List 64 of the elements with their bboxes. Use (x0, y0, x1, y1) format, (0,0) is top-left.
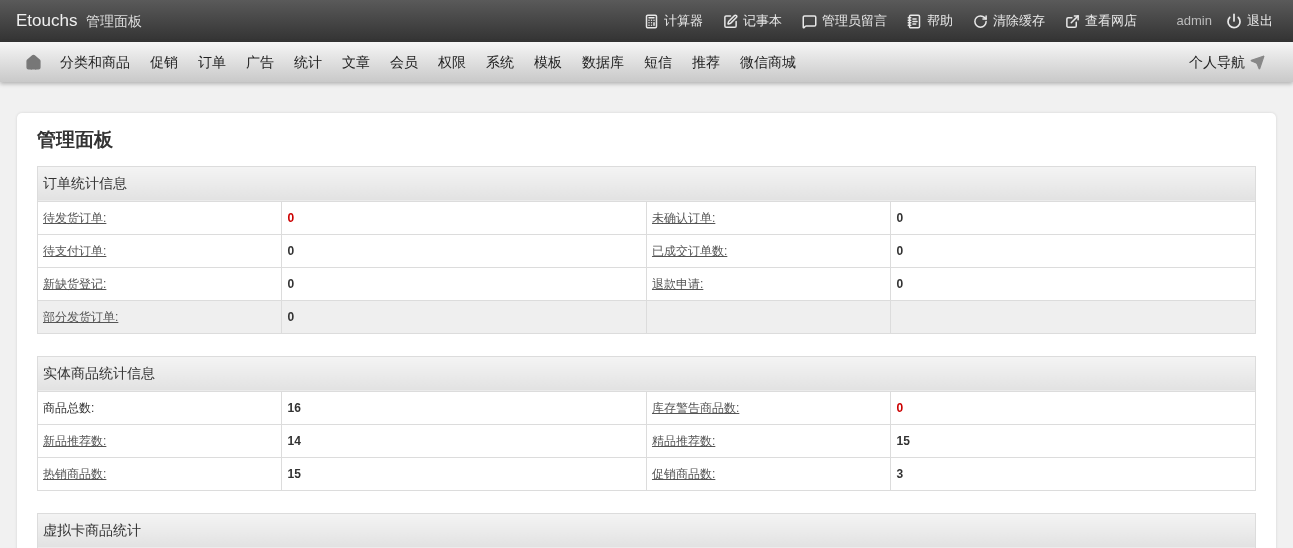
user-link[interactable]: admin (1176, 11, 1212, 31)
stat-value: 15 (896, 433, 910, 448)
nav-menu-item[interactable]: 分类和商品 (60, 51, 130, 73)
stat-label-link[interactable]: 已成交订单数: (652, 243, 728, 258)
stat-label-link[interactable]: 退款申请: (652, 276, 704, 291)
stat-value: 0 (287, 276, 295, 291)
stat-value: 0 (287, 309, 295, 324)
logout-link[interactable]: 退出 (1226, 11, 1273, 31)
nav-menu-item[interactable]: 广告 (246, 51, 274, 73)
edit-icon (722, 13, 738, 29)
stat-label-link[interactable]: 未确认订单: (652, 210, 716, 225)
nav-menu-item[interactable]: 权限 (438, 51, 466, 73)
brand-subtitle: 管理面板 (86, 11, 143, 31)
nav-menu-item[interactable]: 微信商城 (740, 51, 796, 73)
section-header: 实体商品统计信息 (37, 356, 1256, 391)
stat-label-link[interactable]: 新缺货登记: (43, 276, 107, 291)
stat-value: 0 (287, 243, 295, 258)
stat-value: 0 (896, 243, 904, 258)
stat-value: 3 (896, 466, 904, 481)
toolbar-link[interactable]: 帮助 (906, 11, 953, 31)
nav-menu-item[interactable]: 订单 (198, 51, 226, 73)
page-title: 管理面板 (37, 127, 114, 152)
stat-label-link[interactable]: 库存警告商品数: (652, 400, 740, 415)
power-icon (1226, 13, 1242, 29)
stat-label-link[interactable]: 待发货订单: (43, 210, 107, 225)
stat-label-link[interactable]: 待支付订单: (43, 243, 107, 258)
toolbar-link[interactable]: 记事本 (722, 11, 782, 31)
toolbar-link[interactable]: 查看网店 (1064, 11, 1137, 31)
stat-label-link[interactable]: 新品推荐数: (43, 433, 107, 448)
home-icon[interactable] (25, 53, 42, 71)
nav-menu-item[interactable]: 系统 (486, 51, 514, 73)
brand-name[interactable]: Etouchs (16, 8, 78, 34)
paper-plane-icon (1250, 54, 1265, 70)
stat-label-link[interactable]: 热销商品数: (43, 466, 107, 481)
stat-label-link[interactable]: 促销商品数: (652, 466, 716, 481)
external-link-icon (1064, 13, 1080, 29)
nav-menu-item[interactable]: 统计 (294, 51, 322, 73)
stat-value: 15 (287, 466, 301, 481)
nav-menu-item[interactable]: 短信 (644, 51, 672, 73)
toolbar-link[interactable]: 计算器 (643, 11, 703, 31)
toolbar-link[interactable]: 清除缓存 (972, 11, 1045, 31)
nav-menu-item[interactable]: 模板 (534, 51, 562, 73)
section-header: 虚拟卡商品统计 (37, 513, 1256, 548)
nav-menu-item[interactable]: 数据库 (582, 51, 624, 73)
refresh-icon (972, 13, 988, 29)
stat-label-link[interactable]: 部分发货订单: (43, 309, 119, 324)
nav-menu-item[interactable]: 文章 (342, 51, 370, 73)
stat-value: 0 (287, 210, 295, 225)
section-header: 订单统计信息 (37, 166, 1256, 201)
notebook-icon (906, 13, 922, 29)
stat-value: 0 (896, 210, 904, 225)
nav-menu-item[interactable]: 会员 (390, 51, 418, 73)
stat-value: 16 (287, 400, 301, 415)
calculator-icon (643, 13, 659, 29)
stat-label-link[interactable]: 精品推荐数: (652, 433, 716, 448)
stat-value: 14 (287, 433, 301, 448)
stat-label: 商品总数: (43, 400, 95, 415)
chat-icon (801, 13, 817, 29)
stat-value: 0 (896, 276, 904, 291)
toolbar-link[interactable]: 管理员留言 (801, 11, 887, 31)
nav-menu-item[interactable]: 促销 (150, 51, 178, 73)
nav-menu-item[interactable]: 推荐 (692, 51, 720, 73)
personal-nav-link[interactable]: 个人导航 (1189, 51, 1265, 73)
stat-value: 0 (896, 400, 904, 415)
